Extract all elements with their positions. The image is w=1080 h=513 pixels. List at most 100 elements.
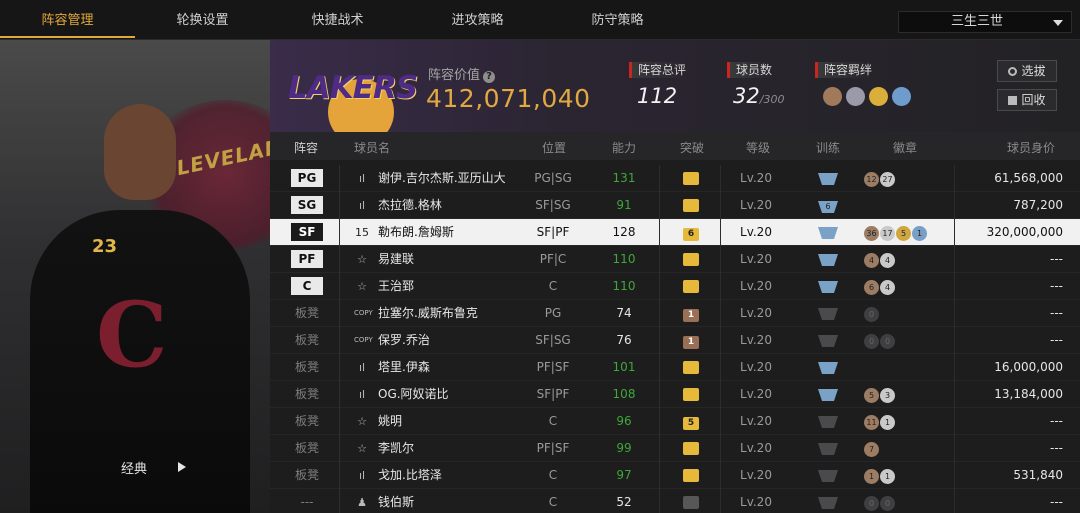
player-level: Lv.20 bbox=[740, 198, 772, 212]
badge-icon[interactable]: 1 bbox=[864, 469, 879, 484]
column-divider bbox=[954, 219, 955, 246]
breakthrough-icon[interactable]: 6 bbox=[683, 228, 699, 241]
training-icon[interactable] bbox=[818, 389, 838, 401]
training-icon[interactable] bbox=[818, 308, 838, 320]
badge-icon[interactable]: 0 bbox=[864, 307, 879, 322]
breakthrough-icon[interactable]: 1 bbox=[683, 336, 699, 349]
player-level: Lv.20 bbox=[740, 252, 772, 266]
training-icon[interactable] bbox=[818, 254, 838, 266]
column-divider bbox=[659, 165, 660, 192]
chevron-down-icon bbox=[1053, 20, 1063, 26]
badge-icon[interactable]: 1 bbox=[912, 226, 927, 241]
player-type-icon: ☆ bbox=[357, 253, 367, 266]
header-lineup[interactable]: 阵容 bbox=[294, 139, 318, 156]
table-row[interactable]: PF ☆ 易建联 PF|C 110 Lv.20 4 4 --- bbox=[270, 246, 1080, 273]
table-row[interactable]: SG ıl 杰拉德.格林 SF|SG 91 Lv.20 6 787,200 bbox=[270, 192, 1080, 219]
tab-quick-tactics[interactable]: 快捷战术 bbox=[270, 0, 405, 38]
badge-icon[interactable]: 17 bbox=[880, 226, 895, 241]
tab-defense-strategy[interactable]: 防守策略 bbox=[550, 0, 685, 38]
breakthrough-icon[interactable] bbox=[683, 199, 699, 212]
training-icon[interactable] bbox=[818, 335, 838, 347]
training-icon[interactable] bbox=[818, 497, 838, 509]
badge-icon[interactable]: 27 bbox=[880, 172, 895, 187]
badge-icon[interactable]: 7 bbox=[864, 442, 879, 457]
bond-bronze-icon[interactable] bbox=[823, 87, 842, 106]
table-row[interactable]: 板凳 COPY 拉塞尔.威斯布鲁克 PG 74 1 Lv.20 0 --- bbox=[270, 300, 1080, 327]
table-row[interactable]: 板凳 COPY 保罗.乔治 SF|SG 76 1 Lv.20 0 0 --- bbox=[270, 327, 1080, 354]
badge-icon[interactable]: 0 bbox=[864, 496, 879, 511]
training-icon[interactable]: 6 bbox=[818, 201, 838, 213]
table-row[interactable]: 板凳 ıl OG.阿奴诺比 SF|PF 108 Lv.20 5 3 13,184,000 bbox=[270, 381, 1080, 408]
badge-icon[interactable]: 5 bbox=[864, 388, 879, 403]
badge-list: 36 17 5 1 bbox=[864, 219, 928, 246]
breakthrough-icon[interactable] bbox=[683, 442, 699, 455]
breakthrough-icon[interactable] bbox=[683, 469, 699, 482]
badge-icon[interactable]: 12 bbox=[864, 172, 879, 187]
select-button[interactable]: 选拔 bbox=[997, 60, 1057, 82]
tab-offense-strategy[interactable]: 进攻策略 bbox=[410, 0, 545, 38]
badge-icon[interactable]: 11 bbox=[864, 415, 879, 430]
training-icon[interactable] bbox=[818, 227, 838, 239]
training-cell bbox=[815, 273, 841, 300]
badge-icon[interactable]: 6 bbox=[864, 280, 879, 295]
jersey-number: 23 bbox=[92, 236, 118, 257]
table-row[interactable]: C ☆ 王治郅 C 110 Lv.20 6 4 --- bbox=[270, 273, 1080, 300]
breakthrough-icon[interactable] bbox=[683, 388, 699, 401]
badge-icon[interactable]: 0 bbox=[880, 496, 895, 511]
table-row[interactable]: PG ıl 谢伊.吉尔杰斯.亚历山大 PG|SG 131 Lv.20 12 27 61,568,… bbox=[270, 165, 1080, 192]
table-row[interactable]: --- ♟ 钱伯斯 C 52 Lv.20 0 0 --- bbox=[270, 489, 1080, 513]
breakthrough-icon[interactable] bbox=[683, 496, 699, 509]
player-ability: 52 bbox=[616, 495, 632, 509]
training-icon[interactable] bbox=[818, 362, 838, 374]
badge-icon[interactable]: 36 bbox=[864, 226, 879, 241]
help-icon[interactable]: ? bbox=[483, 71, 496, 83]
breakthrough-icon[interactable] bbox=[683, 280, 699, 293]
breakthrough-icon[interactable] bbox=[683, 172, 699, 185]
table-row[interactable]: 板凳 ☆ 姚明 C 96 5 Lv.20 11 1 --- bbox=[270, 408, 1080, 435]
recycle-button[interactable]: 回收 bbox=[997, 89, 1057, 111]
badge-icon[interactable]: 0 bbox=[864, 334, 879, 349]
column-divider bbox=[720, 192, 721, 219]
tab-rotation-settings[interactable]: 轮换设置 bbox=[135, 0, 270, 38]
badge-icon[interactable]: 4 bbox=[864, 253, 879, 268]
header-badges[interactable]: 徽章 bbox=[893, 139, 917, 156]
player-position: SF|PF bbox=[536, 387, 570, 401]
badge-icon[interactable]: 4 bbox=[880, 280, 895, 295]
badge-icon[interactable]: 5 bbox=[896, 226, 911, 241]
training-icon[interactable] bbox=[818, 443, 838, 455]
player-name: 戈加.比塔泽 bbox=[378, 468, 442, 482]
header-player-value[interactable]: 球员身价 bbox=[1007, 139, 1055, 156]
training-icon[interactable] bbox=[818, 470, 838, 482]
training-icon[interactable] bbox=[818, 173, 838, 185]
breakthrough-icon[interactable]: 5 bbox=[683, 417, 699, 430]
player-level: Lv.20 bbox=[740, 468, 772, 482]
breakthrough-icon[interactable]: 1 bbox=[683, 309, 699, 322]
header-ability[interactable]: 能力 bbox=[612, 139, 636, 156]
player-name: OG.阿奴诺比 bbox=[378, 387, 449, 401]
badge-icon[interactable]: 1 bbox=[880, 415, 895, 430]
bond-blue-icon[interactable] bbox=[892, 87, 911, 106]
breakthrough-icon[interactable] bbox=[683, 361, 699, 374]
bond-gold-icon[interactable] bbox=[869, 87, 888, 106]
table-row[interactable]: 板凳 ☆ 李凯尔 PF|SF 99 Lv.20 7 --- bbox=[270, 435, 1080, 462]
team-dropdown[interactable]: 三生三世 bbox=[898, 11, 1072, 33]
badge-icon[interactable]: 3 bbox=[880, 388, 895, 403]
header-training[interactable]: 训练 bbox=[816, 139, 840, 156]
header-player-name[interactable]: 球员名 bbox=[354, 139, 390, 156]
play-icon[interactable] bbox=[178, 462, 186, 472]
breakthrough-icon[interactable] bbox=[683, 253, 699, 266]
table-row[interactable]: SF 15 勒布朗.詹姆斯 SF|PF 128 6 Lv.20 36 17 5 1 320,000,0… bbox=[270, 219, 1080, 246]
bond-silver-icon[interactable] bbox=[846, 87, 865, 106]
header-breakthrough[interactable]: 突破 bbox=[680, 139, 704, 156]
table-row[interactable]: 板凳 ıl 塔里.伊森 PF|SF 101 Lv.20 16,000,000 bbox=[270, 354, 1080, 381]
table-row[interactable]: 板凳 ıl 戈加.比塔泽 C 97 Lv.20 1 1 531,840 bbox=[270, 462, 1080, 489]
tab-lineup-management[interactable]: 阵容管理 bbox=[0, 0, 135, 38]
header-level[interactable]: 等级 bbox=[746, 139, 770, 156]
header-position[interactable]: 位置 bbox=[542, 139, 566, 156]
badge-icon[interactable]: 1 bbox=[880, 469, 895, 484]
badge-icon[interactable]: 0 bbox=[880, 334, 895, 349]
badge-icon[interactable]: 4 bbox=[880, 253, 895, 268]
lineup-slot: SG bbox=[291, 192, 323, 219]
training-icon[interactable] bbox=[818, 281, 838, 293]
training-icon[interactable] bbox=[818, 416, 838, 428]
